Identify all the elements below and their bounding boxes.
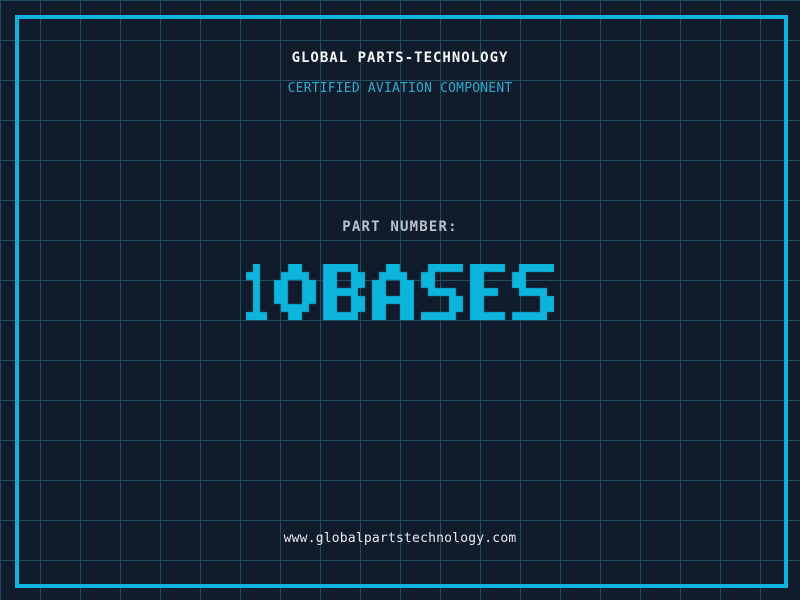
website-url: www.globalpartstechnology.com	[283, 531, 517, 546]
part-number-label: PART NUMBER:	[342, 219, 458, 235]
certificate-page: GLOBAL PARTS-TECHNOLOGY CERTIFIED AVIATI…	[0, 0, 800, 600]
certification-subtitle: CERTIFIED AVIATION COMPONENT	[287, 81, 513, 96]
part-number-display	[246, 264, 554, 320]
company-title: GLOBAL PARTS-TECHNOLOGY	[291, 50, 509, 66]
